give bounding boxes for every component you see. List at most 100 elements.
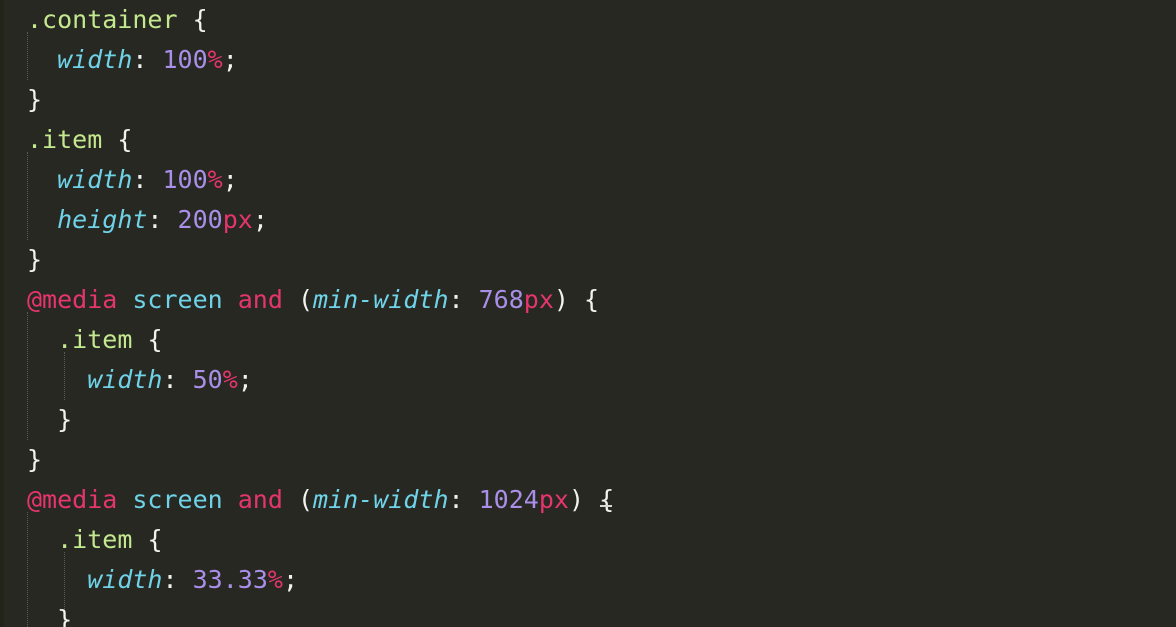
css-property-token: width: [87, 565, 163, 594]
css-punctuation-token: ;: [237, 365, 253, 394]
css-punctuation-token: :: [162, 365, 178, 394]
code-line[interactable]: .item {: [0, 520, 162, 560]
css-punctuation-token: (: [297, 485, 314, 514]
css-punctuation-token: }: [27, 85, 43, 114]
css-number-token: 768: [478, 285, 524, 314]
css-at-rule-token: @media: [27, 285, 118, 314]
css-punctuation-token: ;: [252, 205, 268, 234]
code-line[interactable]: .item {: [0, 320, 163, 360]
css-keyword-token: and: [237, 485, 283, 514]
code-line[interactable]: }: [0, 440, 42, 480]
css-punctuation-token: {: [599, 485, 615, 514]
css-at-rule-token: @media: [27, 485, 118, 514]
editor-gutter-strip: [0, 0, 4, 627]
css-media-type-token: screen: [132, 285, 223, 314]
css-unit-token: px: [538, 485, 569, 514]
css-punctuation-token: (: [297, 285, 314, 314]
css-unit-token: px: [222, 205, 253, 234]
css-punctuation-token: ;: [282, 565, 298, 594]
css-selector-token: .item: [57, 525, 133, 554]
code-line[interactable]: }: [0, 80, 42, 120]
code-line[interactable]: .container {: [0, 0, 208, 40]
css-unit-token: %: [207, 165, 223, 194]
css-property-token: width: [57, 165, 133, 194]
code-line[interactable]: }: [0, 240, 42, 280]
code-line[interactable]: width: 100%;: [0, 160, 238, 200]
css-punctuation-token: }: [27, 445, 43, 474]
code-line[interactable]: height: 200px;: [0, 200, 268, 240]
code-line[interactable]: }: [0, 400, 72, 440]
code-line[interactable]: .item {: [0, 120, 132, 160]
css-unit-token: %: [267, 565, 283, 594]
css-punctuation-token: ): [568, 485, 585, 514]
css-selector-token: .item: [57, 325, 133, 354]
code-line[interactable]: width: 33.33%;: [0, 560, 298, 600]
css-punctuation-token: }: [57, 605, 73, 627]
code-surface[interactable]: .container { width: 100%;} .item { width:…: [0, 0, 1176, 627]
css-number-token: 50: [192, 365, 223, 394]
css-property-token: min-width: [313, 485, 449, 514]
css-punctuation-token: }: [57, 405, 73, 434]
css-number-token: 1024: [478, 485, 539, 514]
css-selector-token: .item: [27, 125, 103, 154]
css-punctuation-token: :: [448, 485, 464, 514]
css-keyword-token: and: [237, 285, 283, 314]
code-editor-viewport[interactable]: .container { width: 100%;} .item { width:…: [0, 0, 1176, 627]
css-punctuation-token: :: [162, 565, 178, 594]
css-property-token: width: [57, 45, 133, 74]
css-property-token: min-width: [313, 285, 449, 314]
css-media-type-token: screen: [132, 485, 223, 514]
css-punctuation-token: :: [132, 165, 148, 194]
css-punctuation-token: ;: [222, 45, 238, 74]
css-punctuation-token: }: [27, 245, 43, 274]
code-line[interactable]: @media screen and (min-width: 768px) {: [0, 280, 599, 320]
css-punctuation-token: {: [192, 5, 208, 34]
css-number-token: 100: [162, 165, 208, 194]
css-punctuation-token: ): [553, 285, 569, 314]
code-line[interactable]: width: 100%;: [0, 40, 238, 80]
css-punctuation-token: :: [448, 285, 464, 314]
code-line[interactable]: }: [0, 600, 72, 627]
css-property-token: height: [57, 205, 148, 234]
css-punctuation-token: {: [584, 285, 600, 314]
css-punctuation-token: ;: [222, 165, 238, 194]
css-punctuation-token: {: [117, 125, 133, 154]
css-punctuation-token: :: [147, 205, 163, 234]
code-line[interactable]: @media screen and (min-width: 1024px) {: [0, 480, 614, 520]
css-unit-token: %: [222, 365, 238, 394]
css-property-token: width: [87, 365, 163, 394]
css-number-token: 100: [162, 45, 208, 74]
code-line[interactable]: width: 50%;: [0, 360, 253, 400]
css-selector-token: .container: [27, 5, 178, 34]
css-punctuation-token: {: [147, 325, 163, 354]
css-number-token: 33.33: [192, 565, 268, 594]
